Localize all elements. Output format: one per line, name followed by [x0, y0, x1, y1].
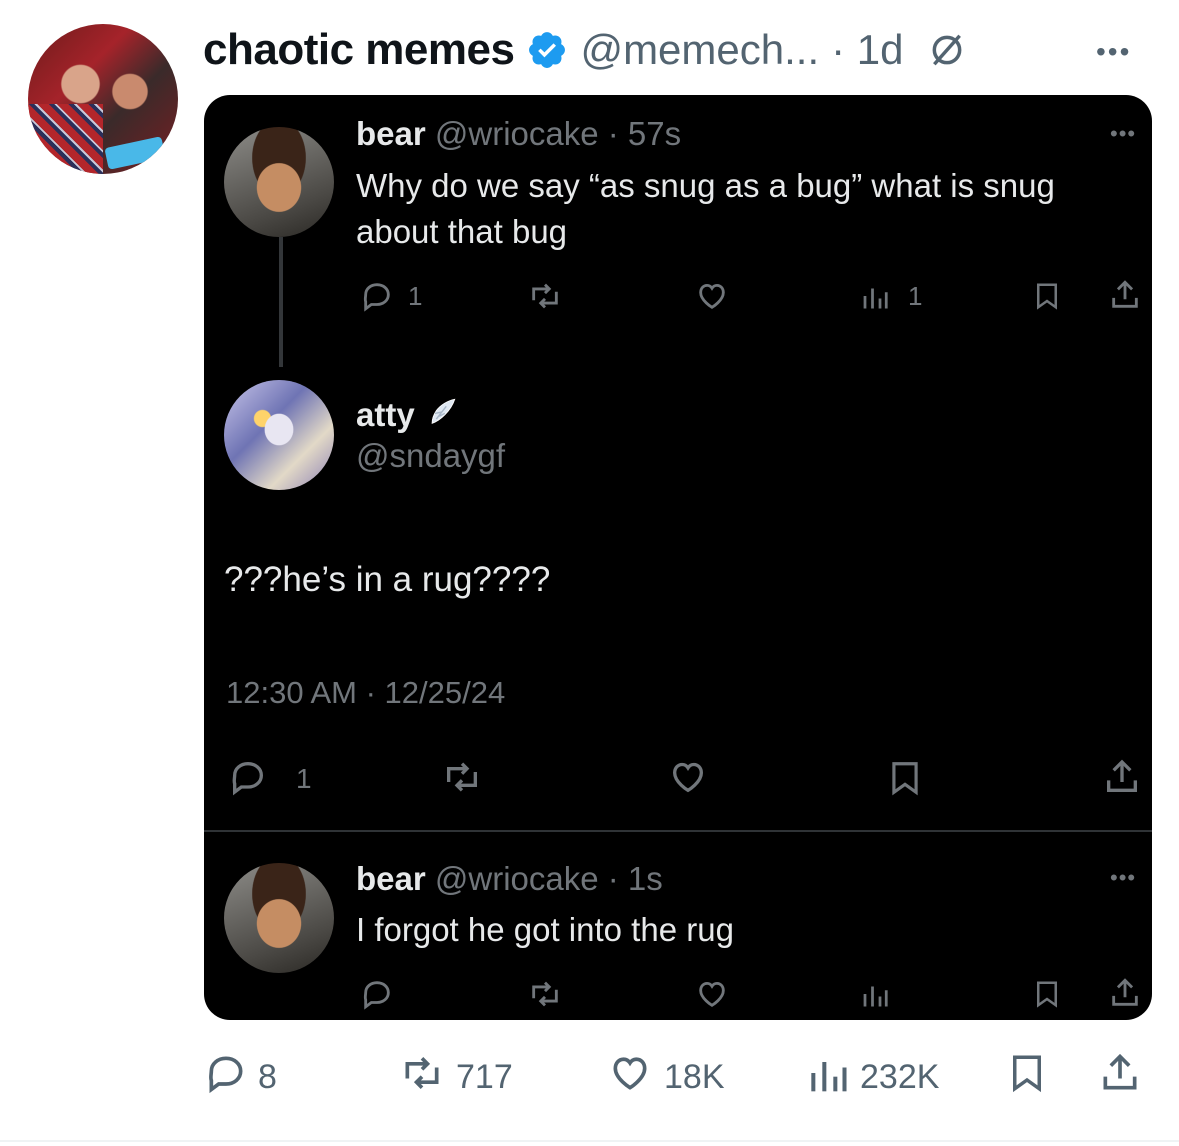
tweet2-reply-icon — [228, 757, 268, 797]
reply-button[interactable]: 8 — [204, 1055, 277, 1099]
tweet2-timestamp: 12:30 AM · 12/25/24 — [226, 675, 506, 710]
like-count: 18K — [664, 1057, 725, 1096]
tweet3-header: bear @wriocake · 1s — [356, 860, 663, 898]
tweet3-name: bear — [356, 860, 426, 897]
views-button[interactable]: 232K — [806, 1055, 939, 1099]
tweet-divider — [204, 830, 1152, 832]
verified-badge-icon[interactable] — [526, 29, 568, 71]
avatar-logo-badge — [104, 136, 166, 170]
wing-icon — [425, 395, 459, 434]
tweet2-text: ???he’s in a rug???? — [224, 560, 551, 599]
tweet1-line2: about that bug — [356, 213, 568, 250]
bookmark-button[interactable] — [1006, 1055, 1048, 1099]
avatar-image-detail — [28, 104, 103, 174]
tweet3-like-icon — [694, 977, 730, 1011]
thread-line — [279, 237, 283, 367]
tweet2-bookmark-icon — [886, 757, 924, 799]
tweet1-views-icon — [860, 281, 890, 311]
tweet3-bookmark-icon — [1032, 977, 1062, 1011]
like-button[interactable]: 18K — [606, 1055, 725, 1099]
tweet2-like-icon — [666, 757, 710, 797]
tweet2-repost-icon — [440, 757, 484, 797]
tweet1-more-icon: ••• — [1110, 121, 1137, 146]
tweet3-reply-icon — [360, 977, 394, 1011]
bear-avatar-reply — [224, 863, 334, 973]
atty-avatar — [224, 380, 334, 490]
views-count: 232K — [860, 1057, 940, 1096]
author-name[interactable]: chaotic memes — [203, 25, 515, 75]
tweet1-like-icon — [694, 279, 730, 313]
tweet1-reply-count: 1 — [408, 281, 423, 311]
bear-avatar — [224, 127, 334, 237]
tweet2-name-row: atty — [356, 395, 459, 434]
tweet3-repost-icon — [526, 977, 564, 1011]
reply-count: 8 — [258, 1057, 277, 1096]
tweet2-name: atty — [356, 395, 415, 433]
more-icon[interactable]: ••• — [1096, 36, 1131, 68]
tweet1-text: Why do we say “as snug as a bug” what is… — [356, 163, 1055, 255]
tweet1-bookmark-icon — [1032, 279, 1062, 313]
post-time[interactable]: · 1d — [831, 26, 903, 74]
share-button[interactable] — [1098, 1053, 1142, 1099]
tweet1-reply-icon — [360, 279, 394, 313]
repost-button[interactable]: 717 — [398, 1055, 513, 1099]
views-icon — [806, 1051, 850, 1104]
bookmark-icon — [1006, 1050, 1048, 1105]
tweet3-text: I forgot he got into the rug — [356, 911, 734, 948]
tweet3-handle-time: @wriocake · 1s — [434, 860, 663, 897]
tweet2-reply-count: 1 — [296, 763, 312, 794]
tweet1-name: bear — [356, 115, 426, 152]
share-icon — [1098, 1049, 1142, 1106]
embedded-screenshot[interactable]: bear @wriocake · 57s ••• Why do we say “… — [204, 95, 1152, 1020]
tweet1-handle-time: @wriocake · 57s — [434, 115, 682, 152]
tweet3-views-icon — [860, 979, 890, 1009]
tweet3-more-icon: ••• — [1110, 865, 1137, 890]
tweet3-share-icon — [1108, 975, 1142, 1011]
grok-icon[interactable] — [928, 31, 966, 69]
tweet1-header: bear @wriocake · 57s — [356, 115, 681, 153]
post-header: chaotic memes @memech... · 1d — [203, 22, 966, 78]
repost-count: 717 — [456, 1057, 513, 1096]
tweet2-share-icon — [1102, 755, 1142, 799]
like-icon — [606, 1051, 654, 1104]
bottom-divider — [0, 1140, 1179, 1142]
tweet1-views-count: 1 — [908, 281, 923, 311]
tweet1-share-icon — [1108, 277, 1142, 313]
tweet1-line1: Why do we say “as snug as a bug” what is… — [356, 167, 1055, 204]
author-handle[interactable]: @memech... — [580, 26, 819, 74]
repost-icon — [398, 1051, 446, 1104]
author-avatar[interactable] — [28, 24, 178, 174]
reply-icon — [204, 1051, 248, 1104]
tweet1-repost-icon — [526, 279, 564, 313]
tweet2-handle: @sndaygf — [356, 437, 506, 474]
